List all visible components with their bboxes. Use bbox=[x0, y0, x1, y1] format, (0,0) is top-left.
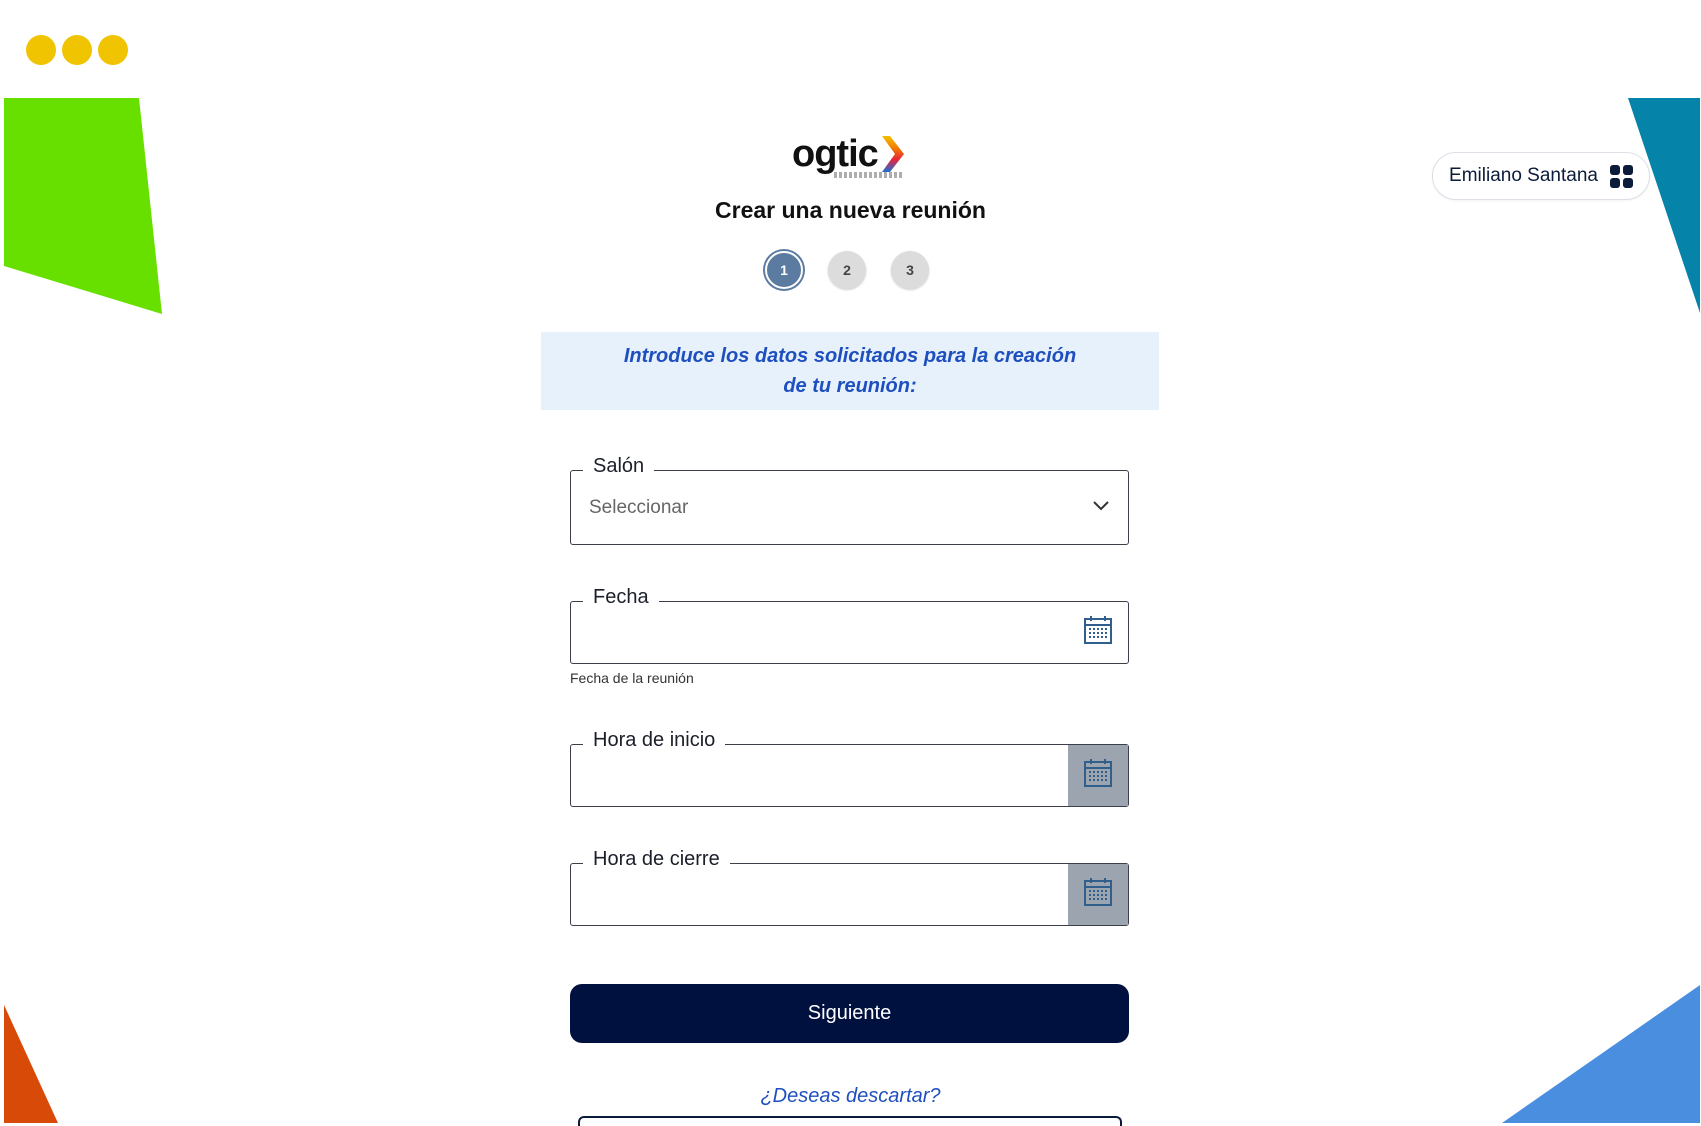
window-dot[interactable] bbox=[26, 35, 56, 65]
secondary-button-partial[interactable] bbox=[578, 1116, 1122, 1126]
hora-cierre-calendar-button[interactable] bbox=[1068, 864, 1128, 925]
next-button[interactable]: Siguiente bbox=[570, 984, 1129, 1043]
logo-text: ogtic bbox=[792, 133, 879, 175]
calendar-icon bbox=[1083, 615, 1113, 650]
logo-tagline bbox=[834, 172, 904, 178]
step-3[interactable]: 3 bbox=[891, 251, 929, 289]
salon-label: Salón bbox=[583, 455, 655, 478]
discard-link[interactable]: ¿Deseas descartar? bbox=[0, 1085, 1701, 1108]
instruction-text: Introduce los datos solicitados para la … bbox=[623, 345, 1077, 397]
fecha-helper-text: Fecha de la reunión bbox=[570, 670, 694, 686]
fecha-calendar-button[interactable] bbox=[1068, 602, 1128, 663]
hora-inicio-input[interactable]: Hora de inicio bbox=[570, 729, 1129, 807]
logo-arrow-icon bbox=[882, 136, 904, 177]
salon-select[interactable]: Salón Seleccionar bbox=[570, 455, 1129, 545]
calendar-icon bbox=[1083, 758, 1113, 793]
user-name: Emiliano Santana bbox=[1449, 165, 1598, 186]
stepper: 1 2 3 bbox=[765, 251, 929, 289]
fecha-input[interactable]: Fecha bbox=[570, 586, 1129, 664]
user-menu-button[interactable]: Emiliano Santana bbox=[1432, 152, 1650, 200]
chevron-down-icon bbox=[1092, 499, 1110, 517]
apps-grid-icon bbox=[1609, 164, 1633, 188]
hora-cierre-input[interactable]: Hora de cierre bbox=[570, 848, 1129, 926]
ogtic-logo: ogtic bbox=[792, 132, 912, 184]
hora-inicio-label: Hora de inicio bbox=[583, 729, 726, 752]
step-2[interactable]: 2 bbox=[828, 251, 866, 289]
calendar-icon bbox=[1083, 877, 1113, 912]
instruction-banner: Introduce los datos solicitados para la … bbox=[541, 332, 1159, 410]
page-title: Crear una nueva reunión bbox=[715, 197, 986, 223]
step-1[interactable]: 1 bbox=[765, 251, 803, 289]
window-controls bbox=[26, 35, 128, 65]
window-dot[interactable] bbox=[98, 35, 128, 65]
salon-selected-value: Seleccionar bbox=[589, 497, 689, 518]
hora-cierre-label: Hora de cierre bbox=[583, 848, 730, 871]
hora-inicio-calendar-button[interactable] bbox=[1068, 745, 1128, 806]
window-dot[interactable] bbox=[62, 35, 92, 65]
fecha-label: Fecha bbox=[583, 586, 659, 609]
